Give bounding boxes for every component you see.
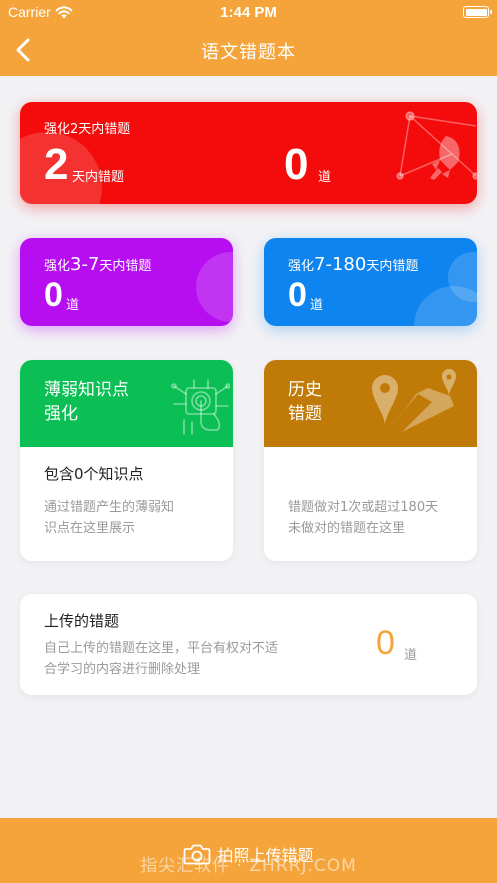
card-history-mistakes[interactable]: 历史 错题 错题做对1次或超过180天 未做对的错题在这里 xyxy=(264,360,477,561)
card-day-suffix: 天内错题 xyxy=(72,170,125,185)
card-value: 0 xyxy=(284,140,309,189)
card-3-7-days[interactable]: 强化3-7天内错题 0 道 xyxy=(20,238,233,326)
card-unit: 道 xyxy=(318,170,332,185)
card-7-180-days[interactable]: 强化7-180天内错题 0 道 xyxy=(264,238,477,326)
photo-upload-content: 拍照上传错题 xyxy=(0,842,497,866)
card-day-count: 2 xyxy=(44,140,69,189)
card-description-line2: 识点在这里展示 xyxy=(44,521,136,536)
card-label-suffix: 天内错题 xyxy=(99,259,152,274)
photo-upload-label: 拍照上传错题 xyxy=(217,846,314,865)
rocket-icon xyxy=(396,111,477,180)
card-value: 0 xyxy=(44,276,63,314)
card-label-prefix: 强化 xyxy=(44,259,71,274)
card-label: 强化7-180天内错题 xyxy=(288,254,418,275)
card-description: 自己上传的错题在这里，平台有权对不适 合学习的内容进行删除处理 xyxy=(44,638,312,680)
card-title: 薄弱知识点 强化 xyxy=(44,378,129,426)
card-value: 0 xyxy=(288,276,307,314)
card-value: 0 xyxy=(376,624,395,662)
card-uploaded-mistakes[interactable]: 上传的错题 自己上传的错题在这里，平台有权对不适 合学习的内容进行删除处理 0 … xyxy=(20,594,477,695)
card-label-range: 7-180 xyxy=(314,254,367,275)
camera-icon xyxy=(184,844,211,865)
card-description-line1: 自己上传的错题在这里，平台有权对不适 xyxy=(44,641,279,656)
decor-bubble xyxy=(196,252,233,322)
card-title-line1: 历史 xyxy=(288,380,322,400)
knowledge-point-count: 包含0个知识点 xyxy=(44,465,144,483)
card-description-line2: 未做对的错题在这里 xyxy=(288,521,406,536)
photo-upload-button[interactable]: 拍照上传错题 指尖汇软件 · ZHRRJ.COM xyxy=(0,818,497,883)
card-description-line1: 通过错题产生的薄弱知 xyxy=(44,500,175,515)
card-title-line2: 错题 xyxy=(288,404,322,424)
card-description: 通过错题产生的薄弱知 识点在这里展示 xyxy=(44,497,174,539)
map-pin-icon xyxy=(372,369,456,432)
card-title-line1: 薄弱知识点 xyxy=(44,380,129,400)
card-header: 薄弱知识点 强化 xyxy=(20,360,233,447)
card-description: 错题做对1次或超过180天 未做对的错题在这里 xyxy=(288,497,438,539)
navigation-bar: 语文错题本 xyxy=(0,26,497,76)
card-recent-2-days[interactable]: 强化2天内错题 2 天内错题 0 道 xyxy=(20,102,477,204)
card-unit: 道 xyxy=(310,298,324,313)
status-time: 1:44 PM xyxy=(220,4,277,21)
status-bar: Carrier 1:44 PM xyxy=(0,0,497,26)
card-title: 历史 错题 xyxy=(288,378,322,426)
battery-icon xyxy=(463,6,492,18)
card-label-prefix: 强化 xyxy=(288,259,315,274)
card-label: 强化2天内错题 xyxy=(44,122,131,137)
card-label-suffix: 天内错题 xyxy=(366,259,419,274)
touch-chip-icon xyxy=(171,379,230,435)
page-title: 语文错题本 xyxy=(201,42,296,63)
card-header: 历史 错题 xyxy=(264,360,477,447)
card-weak-knowledge-points[interactable]: 薄弱知识点 强化 包含0个知识点 通过错题产生的薄弱知 识点在这里展示 xyxy=(20,360,233,561)
card-label-range: 3-7 xyxy=(70,254,100,275)
card-unit: 道 xyxy=(404,648,418,663)
top-bar: Carrier 1:44 PM 语文错题本 xyxy=(0,0,497,76)
card-description-line1: 错题做对1次或超过180天 xyxy=(288,500,439,515)
card-description-line2: 合学习的内容进行删除处理 xyxy=(44,662,201,677)
card-title-line2: 强化 xyxy=(44,404,78,424)
card-label: 强化3-7天内错题 xyxy=(44,254,151,275)
card-title: 上传的错题 xyxy=(44,612,120,630)
card-unit: 道 xyxy=(66,298,80,313)
